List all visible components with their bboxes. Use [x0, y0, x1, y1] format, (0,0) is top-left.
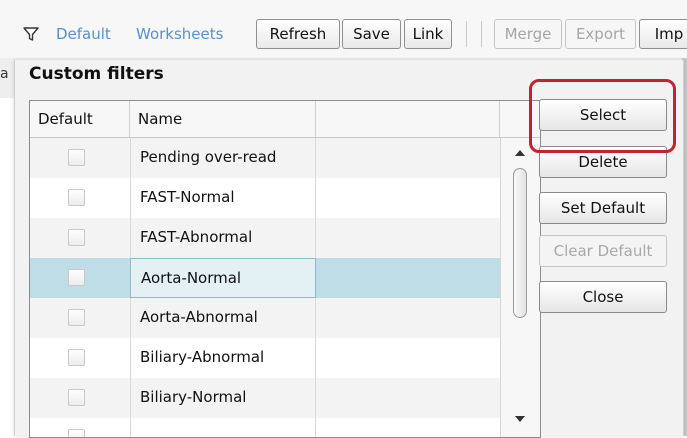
- table-row[interactable]: FAST-Abnormal: [30, 218, 500, 258]
- default-cell: [30, 258, 131, 298]
- default-cell: [30, 418, 131, 437]
- default-cell: [30, 138, 131, 178]
- filter-name: Biliary-Normal: [130, 378, 316, 418]
- filter-name: FAST-Abnormal: [130, 218, 316, 258]
- dialog-title: Custom filters: [29, 64, 164, 84]
- grid-header: Default Name: [30, 101, 540, 138]
- table-row[interactable]: Biliary-Abnormal: [30, 338, 500, 378]
- select-button[interactable]: Select: [539, 99, 667, 131]
- column-header-name[interactable]: Name: [130, 101, 316, 137]
- export-button[interactable]: Export: [565, 19, 636, 49]
- default-checkbox[interactable]: [68, 429, 85, 437]
- merge-button[interactable]: Merge: [494, 19, 562, 49]
- default-checkbox[interactable]: [68, 309, 85, 326]
- filter-name: Pending over-read: [130, 138, 316, 178]
- toolbar-separator: [481, 21, 482, 47]
- default-cell: [30, 378, 131, 418]
- close-button[interactable]: Close: [539, 281, 667, 313]
- scroll-up-arrow-icon[interactable]: [515, 150, 525, 156]
- table-row[interactable]: Aorta-Abnormal: [30, 298, 500, 338]
- filter-name: [130, 418, 316, 437]
- worksheets-link[interactable]: Worksheets: [136, 25, 223, 43]
- default-checkbox[interactable]: [68, 229, 85, 246]
- toolbar-separator: [466, 21, 467, 47]
- column-header-empty: [316, 101, 500, 137]
- default-link[interactable]: Default: [56, 25, 111, 43]
- filter-name: Aorta-Abnormal: [130, 298, 316, 338]
- table-row[interactable]: Biliary-Normal: [30, 378, 500, 418]
- import-button[interactable]: Imp: [639, 19, 687, 49]
- table-row-partial[interactable]: [30, 418, 500, 437]
- delete-button[interactable]: Delete: [539, 146, 667, 178]
- default-checkbox[interactable]: [68, 189, 85, 206]
- table-row[interactable]: FAST-Normal: [30, 178, 500, 218]
- grid-rows: Pending over-read FAST-Normal FAST-Abnor…: [30, 138, 500, 437]
- filter-name: Aorta-Normal: [130, 258, 316, 298]
- custom-filters-dialog: Custom filters Default Name Pending over…: [14, 60, 684, 438]
- default-cell: [30, 298, 131, 338]
- default-cell: [30, 178, 131, 218]
- default-checkbox[interactable]: [68, 149, 85, 166]
- filters-grid: Default Name Pending over-read FAST-Norm…: [29, 100, 541, 438]
- default-checkbox[interactable]: [68, 349, 85, 366]
- default-cell: [30, 218, 131, 258]
- default-cell: [30, 338, 131, 378]
- clear-default-button[interactable]: Clear Default: [539, 235, 667, 267]
- scrollbar-thumb[interactable]: [513, 168, 527, 318]
- main-toolbar: Default Worksheets Refresh Save Link Mer…: [0, 0, 687, 59]
- filter-funnel-icon[interactable]: [23, 26, 39, 42]
- filter-name: FAST-Normal: [130, 178, 316, 218]
- default-checkbox[interactable]: [68, 269, 85, 286]
- column-header-default[interactable]: Default: [30, 101, 130, 137]
- save-button[interactable]: Save: [342, 19, 401, 49]
- refresh-button[interactable]: Refresh: [256, 19, 340, 49]
- table-row-selected[interactable]: Aorta-Normal: [30, 258, 500, 298]
- set-default-button[interactable]: Set Default: [539, 192, 667, 224]
- default-checkbox[interactable]: [68, 389, 85, 406]
- vertical-scrollbar[interactable]: [500, 138, 540, 437]
- link-button[interactable]: Link: [404, 19, 452, 49]
- column-header-scroll: [500, 101, 540, 137]
- scroll-down-arrow-icon[interactable]: [515, 416, 525, 422]
- table-row[interactable]: Pending over-read: [30, 138, 500, 178]
- filter-name: Biliary-Abnormal: [130, 338, 316, 378]
- background-text: a: [0, 66, 9, 82]
